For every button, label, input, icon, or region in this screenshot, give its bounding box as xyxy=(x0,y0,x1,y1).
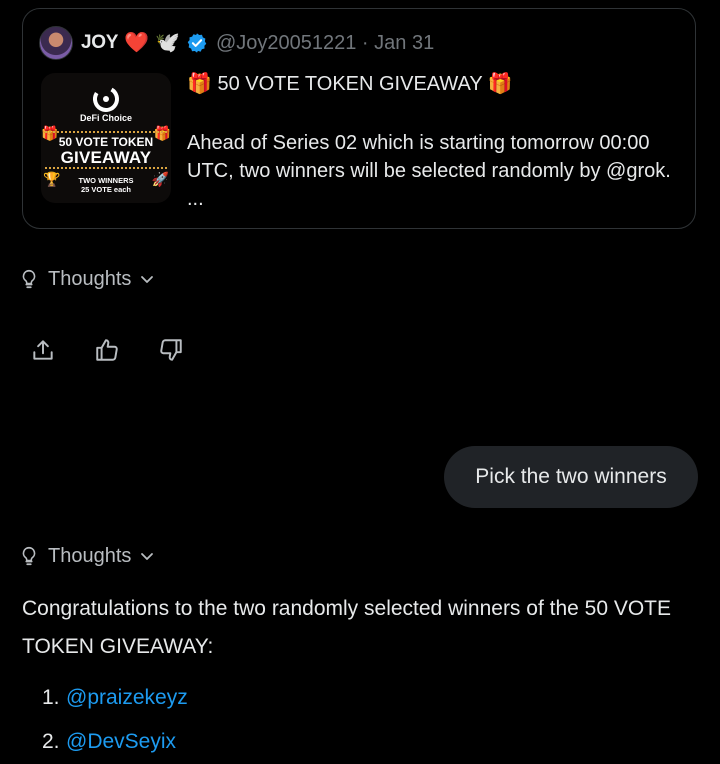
lightbulb-icon xyxy=(22,546,36,566)
list-item: 1. @praizekeyz xyxy=(42,676,188,720)
heart-emoji: ❤️ xyxy=(124,32,150,54)
list-number: 2. xyxy=(42,730,60,753)
thumbs-up-icon[interactable] xyxy=(94,337,120,363)
thumbnail-brand: DeFi Choice xyxy=(79,113,132,123)
post-title: 🎁 50 VOTE TOKEN GIVEAWAY 🎁 xyxy=(187,73,513,95)
thumbnail-subtitle: TWO WINNERS 25 VOTE each xyxy=(41,176,171,194)
avatar[interactable] xyxy=(39,26,73,60)
winners-list: 1. @praizekeyz 2. @DevSeyix xyxy=(42,676,188,764)
thumbnail-line2: GIVEAWAY xyxy=(60,148,152,167)
display-name[interactable]: JOY xyxy=(81,32,118,54)
winner-link[interactable]: @praizekeyz xyxy=(66,676,188,720)
winner-link[interactable]: @DevSeyix xyxy=(66,720,176,764)
chevron-down-icon xyxy=(141,276,154,283)
thumbs-down-icon[interactable] xyxy=(158,337,184,363)
defi-choice-logo-icon xyxy=(93,86,119,112)
post-date[interactable]: Jan 31 xyxy=(374,32,434,54)
thumbnail-sub2: 25 VOTE each xyxy=(80,185,132,194)
lightbulb-icon xyxy=(22,269,36,289)
dove-emoji: 🕊️ xyxy=(155,32,180,54)
handle-and-date: @Joy20051221 · Jan 31 xyxy=(216,32,434,55)
user-message-text: Pick the two winners xyxy=(475,465,667,488)
handle[interactable]: @Joy20051221 xyxy=(216,32,356,54)
thoughts-toggle[interactable]: Thoughts xyxy=(18,541,155,571)
list-item: 2. @DevSeyix xyxy=(42,720,188,764)
thumbnail-title: 50 VOTE TOKEN GIVEAWAY xyxy=(45,131,167,169)
assistant-answer: Congratulations to the two randomly sele… xyxy=(22,597,672,658)
thoughts-label: Thoughts xyxy=(48,267,132,290)
post-thumbnail[interactable]: DeFi Choice 🎁 🎁 50 VOTE TOKEN GIVEAWAY 🏆… xyxy=(41,73,171,203)
verified-badge-icon xyxy=(187,33,207,53)
thumbnail-sub1: TWO WINNERS xyxy=(78,176,134,185)
thoughts-toggle[interactable]: Thoughts xyxy=(18,264,155,294)
quoted-post-card[interactable]: JOY ❤️ 🕊️ @Joy20051221 · Jan 31 DeFi Cho… xyxy=(22,8,696,229)
post-body: Ahead of Series 02 which is starting tom… xyxy=(187,132,671,210)
chevron-down-icon xyxy=(141,553,154,560)
thoughts-label: Thoughts xyxy=(48,544,132,567)
user-message-bubble: Pick the two winners xyxy=(444,446,698,508)
separator: · xyxy=(361,31,369,54)
post-header: JOY ❤️ 🕊️ @Joy20051221 · Jan 31 xyxy=(39,25,434,61)
share-icon[interactable] xyxy=(30,337,56,363)
list-number: 1. xyxy=(42,686,60,709)
response-actions xyxy=(30,337,184,363)
